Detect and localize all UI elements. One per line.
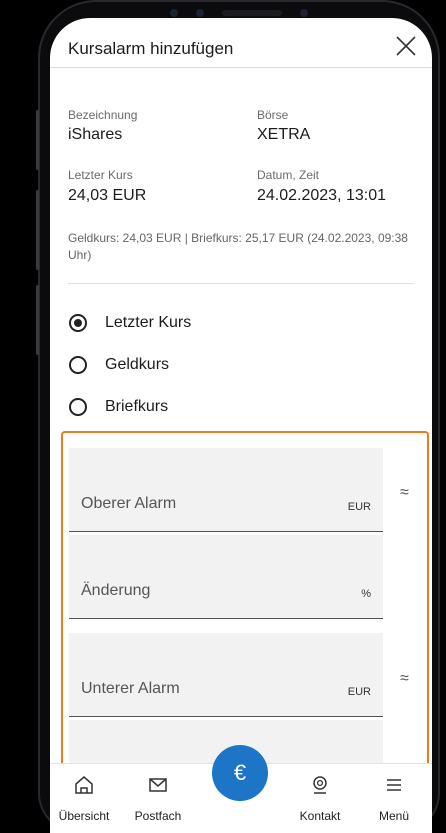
radio-label: Letzter Kurs: [105, 314, 192, 331]
field-label: Änderung: [81, 582, 151, 599]
close-icon[interactable]: [392, 32, 420, 60]
datum-label: Datum, Zeit: [257, 168, 320, 182]
radio-label: Briefkurs: [105, 398, 169, 415]
radio-label: Geldkurs: [105, 356, 170, 373]
divider: [68, 283, 414, 284]
approx-icon[interactable]: ≈: [400, 484, 409, 502]
radio-selected-icon[interactable]: [69, 314, 87, 332]
radio-letzter-kurs[interactable]: Letzter Kurs: [69, 314, 191, 332]
field-label: Oberer Alarm: [81, 495, 177, 512]
datum-value: 24.02.2023, 13:01: [257, 187, 387, 204]
radio-icon[interactable]: [69, 398, 87, 416]
side-button: [36, 110, 39, 170]
home-icon: [75, 776, 93, 794]
radio-icon[interactable]: [69, 356, 87, 374]
field-unit: EUR: [347, 686, 371, 698]
bezeichnung-value: iShares: [68, 126, 123, 143]
field-unit: %: [361, 588, 371, 600]
bezeichnung-label: Bezeichnung: [68, 108, 138, 122]
modal-header: Kursalarm hinzufügen: [50, 18, 432, 68]
page-title: Kursalarm hinzufügen: [68, 39, 234, 58]
letzter-kurs-value: 24,03 EUR: [68, 187, 147, 204]
nav-kontakt[interactable]: Kontakt: [282, 764, 358, 833]
side-button: [36, 190, 39, 270]
app-screen: Kursalarm hinzufügen Bezeichnung iShares…: [50, 18, 432, 833]
speaker-bar: [222, 10, 282, 16]
price-note: Geldkurs: 24,03 EUR | Briefkurs: 25,17 E…: [68, 231, 408, 262]
camera-dot: [300, 9, 308, 17]
nav-overview[interactable]: Übersicht: [50, 764, 122, 833]
nav-postfach[interactable]: Postfach: [120, 764, 196, 833]
nav-label: Kontakt: [299, 809, 341, 823]
menu-icon: [387, 779, 401, 791]
euro-icon: €: [233, 760, 247, 785]
boerse-value: XETRA: [257, 126, 311, 143]
field-label: Unterer Alarm: [81, 680, 180, 697]
field-unit: EUR: [347, 501, 371, 513]
camera-dot: [196, 9, 204, 17]
boerse-label: Börse: [257, 108, 289, 122]
nav-menu[interactable]: Menü: [356, 764, 432, 833]
contact-icon: [313, 776, 327, 794]
nav-label: Übersicht: [58, 809, 110, 823]
camera-dot: [170, 9, 178, 17]
radio-geldkurs[interactable]: Geldkurs: [69, 356, 169, 374]
euro-button[interactable]: €: [212, 745, 268, 801]
unterer-alarm-input[interactable]: Unterer Alarm EUR: [69, 633, 383, 717]
oberer-alarm-input[interactable]: Oberer Alarm EUR: [69, 448, 383, 532]
mail-icon: [149, 778, 167, 792]
letzter-kurs-label: Letzter Kurs: [68, 168, 133, 182]
radio-briefkurs[interactable]: Briefkurs: [69, 398, 168, 416]
approx-icon[interactable]: ≈: [400, 670, 409, 688]
aenderung-input[interactable]: Änderung %: [69, 535, 383, 619]
side-button: [36, 285, 39, 355]
nav-label: Menü: [378, 809, 410, 823]
nav-label: Postfach: [134, 809, 182, 823]
